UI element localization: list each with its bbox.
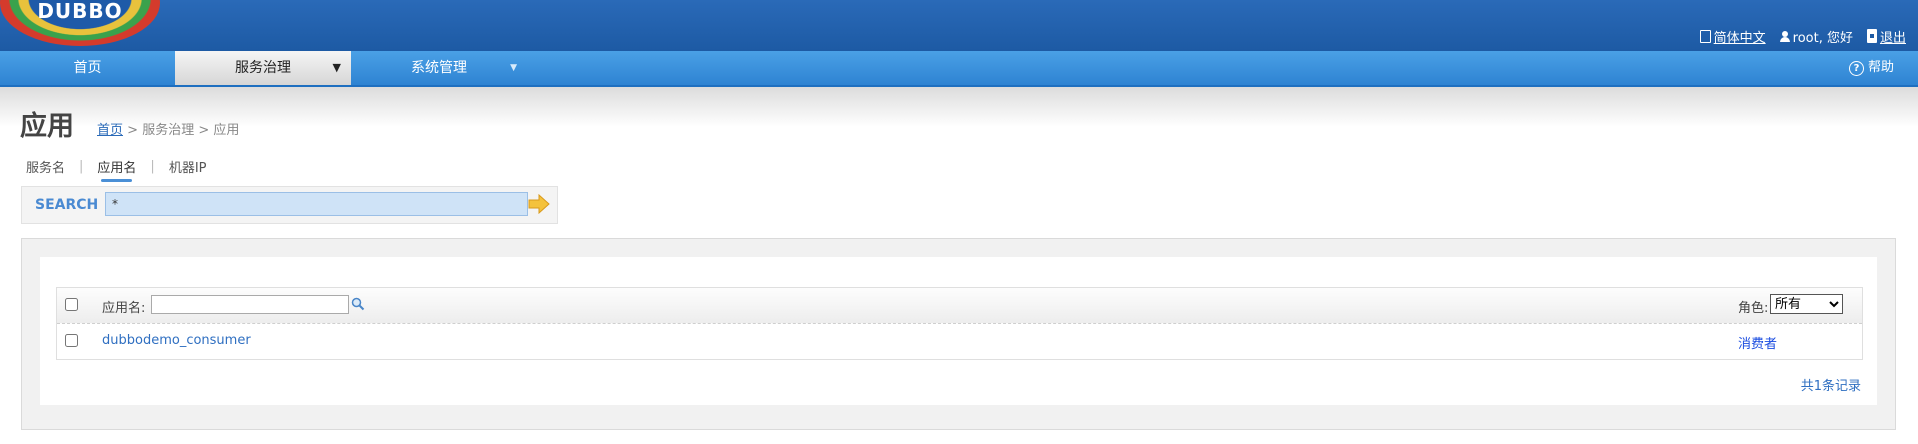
user-item: root, 您好 xyxy=(1779,27,1853,46)
tab-separator: | xyxy=(79,159,84,174)
record-count: 共1条记录 xyxy=(1800,379,1861,394)
application-name-link[interactable]: dubbodemo_consumer xyxy=(102,333,251,348)
role-select[interactable]: 所有 提供者 消费者 xyxy=(1770,294,1843,314)
application-filter-label: 应用名: xyxy=(102,301,146,316)
search-box: SEARCH xyxy=(21,186,558,224)
table-row: dubbodemo_consumer 消费者 xyxy=(57,324,1862,359)
language-item: 简体中文 xyxy=(1699,27,1766,46)
caret-down-icon: ▼ xyxy=(332,61,341,74)
list-panel: 应用名: 角色: 所有 提供者 消费者 dubbodemo_consumer 消… xyxy=(21,238,1896,430)
nav-shadow xyxy=(0,87,1918,127)
application-table: 应用名: 角色: 所有 提供者 消费者 dubbodemo_consumer 消… xyxy=(56,287,1863,360)
list-panel-inner: 应用名: 角色: 所有 提供者 消费者 dubbodemo_consumer 消… xyxy=(40,257,1877,405)
tab-separator: | xyxy=(150,159,155,174)
search-icon[interactable] xyxy=(351,297,365,311)
breadcrumb-current: 应用 xyxy=(213,123,240,138)
nav-home[interactable]: 首页 xyxy=(0,51,175,85)
nav-system-management-label: 系统管理 xyxy=(411,60,467,76)
nav-service-governance[interactable]: 服务治理 ▼ xyxy=(175,51,351,85)
caret-down-icon: ▼ xyxy=(510,63,517,73)
logo-text: DUBBO xyxy=(37,0,123,23)
help-icon: ? xyxy=(1848,60,1864,76)
breadcrumb-home-link[interactable]: 首页 xyxy=(97,123,123,138)
nav-help-label: 帮助 xyxy=(1867,60,1894,75)
search-tab-service-name[interactable]: 服务名 xyxy=(26,157,65,176)
user-bar: 简体中文 root, 您好 退出 xyxy=(1699,26,1906,46)
row-checkbox[interactable] xyxy=(65,334,78,347)
user-greeting: root, 您好 xyxy=(1792,30,1853,46)
search-tab-application-name[interactable]: 应用名 xyxy=(97,157,136,182)
table-header-row: 应用名: 角色: 所有 提供者 消费者 xyxy=(57,288,1862,324)
search-label: SEARCH xyxy=(35,197,99,213)
logout-item: 退出 xyxy=(1866,27,1906,46)
breadcrumb-separator: > xyxy=(198,123,210,138)
dubbo-logo[interactable]: DUBBO xyxy=(0,0,160,46)
top-header: DUBBO 简体中文 root, 您好 退出 xyxy=(0,0,1918,51)
breadcrumb-separator: > xyxy=(127,123,139,138)
application-role-link[interactable]: 消费者 xyxy=(1738,333,1777,352)
page-title: 应用 xyxy=(20,111,74,142)
breadcrumb-section: 服务治理 xyxy=(142,123,195,138)
user-icon xyxy=(1779,30,1790,42)
role-filter-label: 角色: xyxy=(1738,301,1769,316)
select-all-checkbox[interactable] xyxy=(65,298,78,311)
document-icon xyxy=(1699,29,1711,43)
language-link[interactable]: 简体中文 xyxy=(1714,27,1766,46)
nav-help[interactable]: ? 帮助 xyxy=(1848,51,1894,85)
logout-link[interactable]: 退出 xyxy=(1880,27,1906,46)
search-tab-machine-ip[interactable]: 机器IP xyxy=(169,157,207,176)
breadcrumb: 首页 > 服务治理 > 应用 xyxy=(97,119,239,138)
application-filter-input[interactable] xyxy=(151,295,349,314)
nav-home-label: 首页 xyxy=(73,60,102,76)
nav-system-management[interactable]: 系统管理 ▼ xyxy=(351,51,527,85)
nav-service-governance-label: 服务治理 xyxy=(235,60,291,76)
arrow-right-icon[interactable] xyxy=(528,194,550,214)
search-tabs: 服务名 | 应用名 | 机器IP xyxy=(26,157,207,182)
search-input[interactable] xyxy=(105,192,528,216)
main-nav: 首页 服务治理 ▼ 系统管理 ▼ ? 帮助 xyxy=(0,51,1918,87)
exit-icon xyxy=(1866,29,1877,43)
